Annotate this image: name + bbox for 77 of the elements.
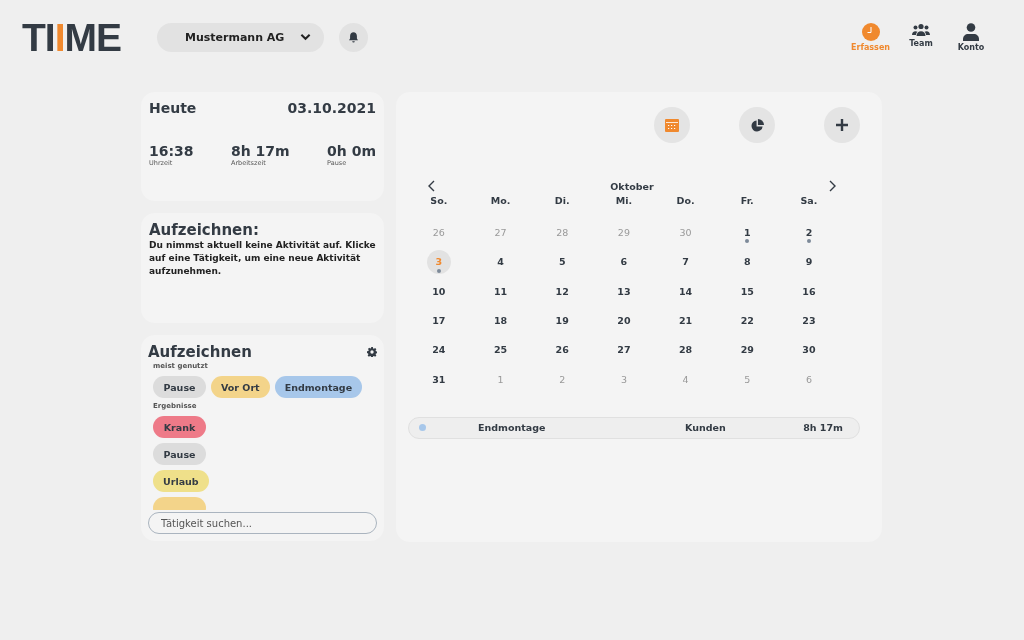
weekday-label: Fr. <box>739 194 755 208</box>
weekday-label: Do. <box>675 194 696 208</box>
calendar-day[interactable]: 8 <box>735 249 760 274</box>
time-entry-row[interactable]: Endmontage Kunden 8h 17m <box>408 416 860 439</box>
calendar-day[interactable]: 16 <box>796 279 821 304</box>
calendar-day[interactable]: 19 <box>550 308 575 333</box>
next-month-button[interactable] <box>829 180 836 192</box>
month-title: Oktober <box>610 180 654 192</box>
calendar-day[interactable]: 18 <box>488 308 513 333</box>
notification-button[interactable] <box>339 22 368 52</box>
activity-chip[interactable]: Vor Ort <box>211 376 270 398</box>
bell-icon <box>347 30 360 44</box>
calendar-day[interactable]: 20 <box>611 308 636 333</box>
calendar-day[interactable]: 17 <box>426 308 451 333</box>
calendar-day[interactable]: 31 <box>426 367 451 392</box>
activity-chip[interactable]: Endmontage <box>274 376 363 398</box>
card-title: Aufzeichnen: <box>149 221 260 239</box>
calendar-day[interactable]: 4 <box>488 249 513 274</box>
card-title: Aufzeichnen <box>148 343 252 361</box>
calendar-day[interactable]: 24 <box>426 337 451 362</box>
view-button[interactable] <box>739 107 775 143</box>
status-message: Du nimmst aktuell keine Aktivität auf. Klicke auf eine Tätigkeit, um eine neue Aktivität aufzunehmen. <box>149 239 376 278</box>
plus-icon <box>836 119 848 131</box>
nav-tab[interactable]: Konto <box>952 22 990 52</box>
category-name: Kunden <box>685 422 727 434</box>
calendar-day[interactable]: 7 <box>673 249 698 274</box>
activity-chip[interactable]: Urlaub <box>153 470 209 492</box>
calendar-day[interactable]: 13 <box>611 279 636 304</box>
weekday-label: Sa. <box>799 194 819 208</box>
chevron-left-icon <box>428 180 435 192</box>
activity-name: Endmontage <box>478 422 547 434</box>
activity-chip[interactable]: Pause <box>153 376 206 398</box>
previous-month-button[interactable] <box>428 180 435 192</box>
calendar-day[interactable]: 5 <box>550 249 575 274</box>
company-dropdown[interactable]: Mustermann AG <box>157 22 324 52</box>
calendar-day[interactable]: 10 <box>426 279 451 304</box>
weekday-label: So. <box>429 194 449 208</box>
calendar-day[interactable]: 1 <box>735 220 760 245</box>
calendar-day[interactable]: 9 <box>796 249 821 274</box>
calendar-day[interactable]: 12 <box>550 279 575 304</box>
chevron-right-icon <box>829 180 836 192</box>
pie-chart-icon <box>750 118 764 132</box>
people-icon <box>912 22 930 37</box>
search-field[interactable]: Tätigkeit suchen... <box>148 512 377 534</box>
clock-icon <box>861 22 880 41</box>
weekday-label: Di. <box>553 194 571 208</box>
date-text: 03.10.2021 <box>287 100 376 116</box>
calendar-day[interactable]: 6 <box>611 249 636 274</box>
calendar-icon <box>665 118 679 132</box>
calendar-day[interactable]: 11 <box>488 279 513 304</box>
view-button[interactable] <box>824 107 860 143</box>
calendar-day[interactable]: 23 <box>796 308 821 333</box>
activity-chip[interactable]: Krank <box>153 416 206 438</box>
calendar-day[interactable]: 30 <box>796 337 821 362</box>
calendar-day[interactable]: 22 <box>735 308 760 333</box>
card-title: Heute <box>149 100 197 116</box>
stat-value: 16:38 <box>149 143 194 159</box>
calendar-day[interactable]: 28 <box>673 337 698 362</box>
calendar-day[interactable]: 14 <box>673 279 698 304</box>
calendar-day[interactable]: 25 <box>488 337 513 362</box>
gear-icon <box>367 347 377 357</box>
calendar-day[interactable]: 27 <box>611 337 636 362</box>
stat-value: 0h 0m <box>327 143 376 159</box>
calendar-day[interactable]: 15 <box>735 279 760 304</box>
chevron-down-icon <box>300 33 311 41</box>
nav-tab[interactable]: Team <box>902 22 940 52</box>
weekday-label: Mo. <box>489 194 512 208</box>
duration-text: 8h 17m <box>803 422 843 434</box>
activity-chip[interactable]: Pause <box>153 443 206 465</box>
weekday-label: Mi. <box>614 194 634 208</box>
calendar-day[interactable]: 21 <box>673 308 698 333</box>
person-icon <box>963 22 979 41</box>
calendar-day[interactable]: 26 <box>550 337 575 362</box>
calendar-day[interactable]: 29 <box>735 337 760 362</box>
calendar-day[interactable]: 2 <box>796 220 821 245</box>
logo: TIIME <box>22 17 121 57</box>
stat-value: 8h 17m <box>231 143 290 159</box>
